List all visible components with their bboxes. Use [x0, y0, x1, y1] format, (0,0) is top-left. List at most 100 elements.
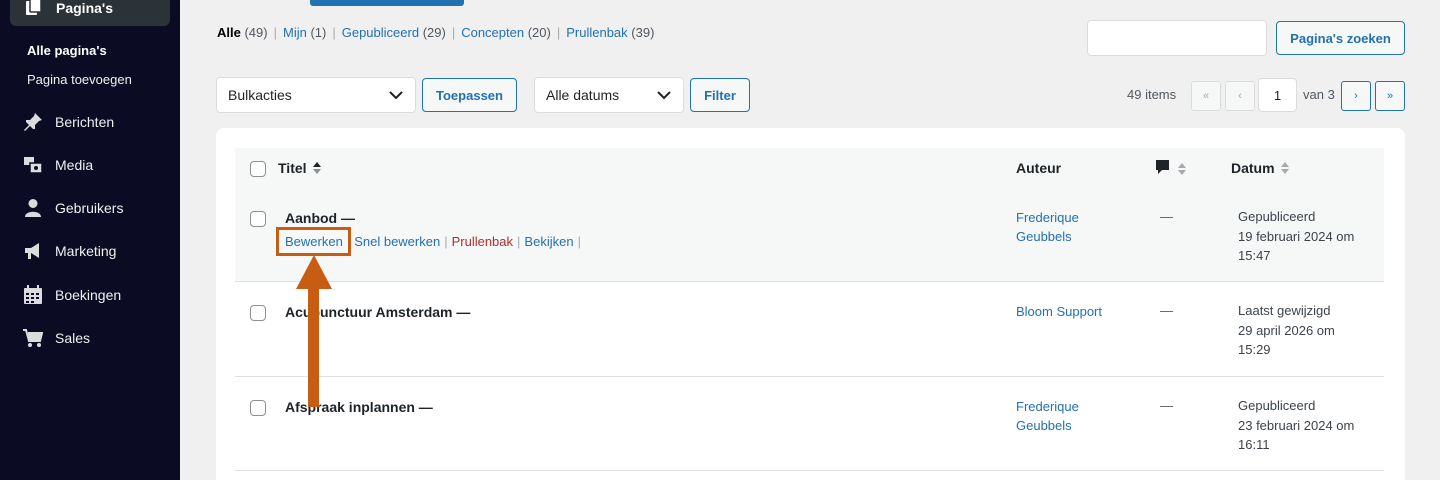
date-line: 15:29: [1238, 342, 1271, 357]
separator: |: [451, 25, 456, 40]
column-date-label: Datum: [1231, 160, 1275, 176]
separator: |: [517, 234, 521, 249]
sidebar-subitem-all-pages[interactable]: Alle pagina's: [27, 43, 107, 58]
table-row: [235, 282, 1384, 377]
sidebar-item-label: Pagina's: [56, 0, 114, 16]
sidebar-item-label: Boekingen: [55, 287, 122, 303]
filter-all[interactable]: Alle: [217, 25, 241, 40]
filter-count: (39): [631, 25, 655, 40]
date-line: 15:47: [1238, 248, 1271, 263]
search-input[interactable]: [1087, 20, 1267, 56]
date-line: 16:11: [1238, 437, 1270, 452]
chevron-down-icon: [389, 91, 403, 100]
sidebar-item-label: Sales: [55, 330, 91, 346]
apply-button[interactable]: Toepassen: [422, 78, 517, 112]
total-pages: van 3: [1303, 87, 1335, 102]
separator: |: [332, 25, 336, 40]
column-comments-header[interactable]: [1155, 159, 1187, 180]
filter-count: (20): [527, 25, 551, 40]
row-author[interactable]: Bloom Support: [1016, 302, 1126, 321]
sidebar-item-posts[interactable]: Berichten: [22, 110, 172, 134]
author-line: Geubbels: [1016, 229, 1072, 244]
bulk-actions-value: Bulkacties: [228, 87, 292, 103]
next-page-button[interactable]: ›: [1341, 81, 1371, 111]
author-line: Frederique: [1016, 210, 1079, 225]
separator: |: [273, 25, 277, 40]
row-checkbox[interactable]: [250, 211, 266, 227]
sidebar-subitem-add-page[interactable]: Pagina toevoegen: [27, 72, 132, 87]
item-count: 49 items: [1127, 87, 1177, 102]
date-line: 19 februari 2024 om: [1238, 228, 1355, 244]
sidebar-item-marketing[interactable]: Marketing: [22, 239, 172, 263]
add-page-button[interactable]: [310, 0, 464, 6]
filter-count: (29): [422, 25, 446, 40]
status-filters: Alle (49) | Mijn (1) | Gepubliceerd (29)…: [217, 25, 654, 40]
row-checkbox[interactable]: [250, 400, 266, 416]
sidebar-item-users[interactable]: Gebruikers: [22, 196, 172, 220]
author-line: Bloom Support: [1016, 304, 1102, 319]
sidebar-item-bookings[interactable]: Boekingen: [22, 283, 172, 307]
author-line: Frederique: [1016, 399, 1079, 414]
separator: |: [556, 25, 561, 40]
trash-link[interactable]: Prullenbak: [452, 234, 513, 249]
sidebar-item-label: Media: [55, 157, 94, 173]
search-pages-button[interactable]: Pagina's zoeken: [1276, 21, 1405, 55]
filter-drafts[interactable]: Concepten: [461, 25, 524, 40]
row-date: Gepubliceerd 23 februari 2024 om 16:11: [1238, 396, 1378, 455]
select-all-checkbox[interactable]: [250, 161, 266, 177]
row-title-link[interactable]: Aanbod —: [285, 210, 355, 226]
sort-icon: [313, 162, 322, 174]
sidebar-item-label: Gebruikers: [55, 200, 124, 216]
comment-icon: [1156, 160, 1169, 174]
date-status: Laatst gewijzigd: [1238, 303, 1331, 318]
quick-edit-link[interactable]: Snel bewerken: [354, 234, 440, 249]
row-checkbox[interactable]: [250, 305, 266, 321]
user-icon: [22, 198, 44, 218]
row-date: Gepubliceerd 19 februari 2024 om 15:47: [1238, 207, 1378, 266]
prev-page-button[interactable]: ‹: [1225, 81, 1255, 111]
first-page-button[interactable]: «: [1191, 81, 1221, 111]
sidebar-item-label: Marketing: [55, 243, 117, 259]
date-status: Gepubliceerd: [1238, 209, 1316, 224]
current-page-input[interactable]: 1: [1258, 78, 1297, 112]
pages-icon: [25, 0, 43, 18]
filter-mine[interactable]: Mijn: [283, 25, 307, 40]
row-comments: —: [1160, 398, 1173, 413]
sidebar-item-sales[interactable]: Sales: [22, 326, 172, 350]
last-page-button[interactable]: »: [1375, 81, 1405, 111]
filter-count: (49): [244, 25, 268, 40]
sort-icon: [1281, 162, 1290, 174]
date-filter-select[interactable]: Alle datums: [534, 77, 684, 113]
cart-icon: [22, 328, 44, 348]
row-date: Laatst gewijzigd 29 april 2026 om 15:29: [1238, 301, 1378, 360]
sort-icon: [1177, 163, 1186, 175]
chevron-down-icon: [657, 91, 671, 100]
view-link[interactable]: Bekijken: [524, 234, 573, 249]
filter-published[interactable]: Gepubliceerd: [342, 25, 419, 40]
row-comments: —: [1160, 303, 1173, 318]
media-icon: [22, 155, 44, 175]
row-author[interactable]: Frederique Geubbels: [1016, 208, 1126, 246]
sidebar-item-pages[interactable]: Pagina's: [10, 0, 170, 26]
date-line: 29 april 2026 om: [1238, 322, 1335, 338]
pin-icon: [22, 112, 44, 132]
separator: |: [444, 234, 448, 249]
megaphone-icon: [22, 241, 44, 261]
sidebar-item-label: Berichten: [55, 114, 115, 130]
filter-count: (1): [310, 25, 327, 40]
highlight-box: [276, 227, 351, 256]
sidebar-item-media[interactable]: Media: [22, 153, 172, 177]
row-author[interactable]: Frederique Geubbels: [1016, 397, 1126, 435]
column-title-header[interactable]: Titel: [278, 160, 322, 176]
filter-trash[interactable]: Prullenbak: [566, 25, 627, 40]
column-title-label: Titel: [278, 160, 307, 176]
date-filter-value: Alle datums: [546, 87, 620, 103]
separator: |: [577, 234, 581, 249]
bulk-actions-select[interactable]: Bulkacties: [216, 77, 416, 113]
column-date-header[interactable]: Datum: [1231, 160, 1290, 176]
row-comments: —: [1160, 209, 1173, 224]
table-header: [235, 148, 1384, 190]
date-status: Gepubliceerd: [1238, 398, 1316, 413]
table-row: [235, 377, 1384, 471]
filter-button[interactable]: Filter: [690, 78, 750, 112]
